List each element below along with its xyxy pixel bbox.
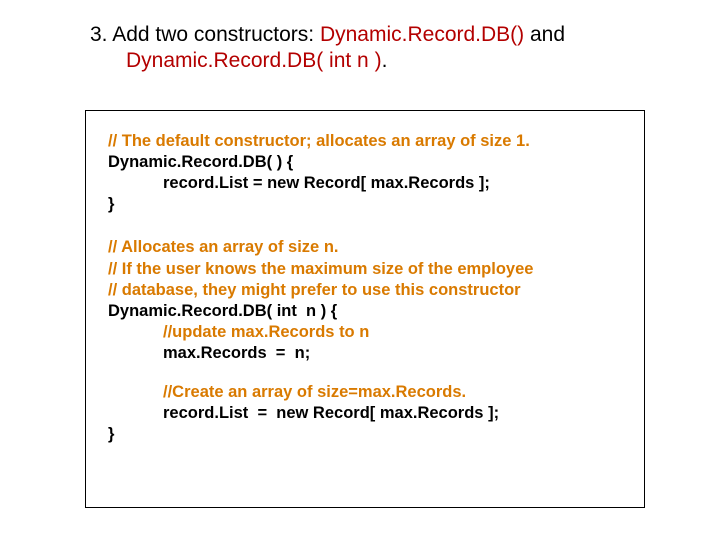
ctor-tail: ) { (272, 153, 293, 171)
comment-line: //update max.Records to n (108, 322, 626, 343)
slide: 3. Add two constructors: Dynamic.Record.… (0, 0, 720, 540)
title-ctor1: Dynamic.Record.DB() (320, 23, 524, 46)
comment-line: //Create an array of size=max.Records. (108, 382, 626, 403)
ctor-tail: int n ) { (272, 302, 337, 320)
code-line: } (108, 194, 626, 215)
comment-line: // If the user knows the maximum size of… (108, 259, 626, 280)
ctor-name: Dynamic.Record.DB( (108, 153, 272, 171)
code-line: record.List = new Record[ max.Records ]; (108, 403, 626, 424)
title-line-1: 3. Add two constructors: Dynamic.Record.… (90, 22, 660, 48)
title-prefix: 3. Add two constructors: (90, 23, 320, 46)
code-line: Dynamic.Record.DB( int n ) { (108, 301, 626, 322)
code-line: max.Records = n; (108, 343, 626, 364)
comment-line: // database, they might prefer to use th… (108, 280, 626, 301)
comment-line: // Allocates an array of size n. (108, 237, 626, 258)
code-box: // The default constructor; allocates an… (85, 110, 645, 508)
title-line-2: Dynamic.Record.DB( int n ). (90, 48, 660, 74)
spacer (108, 215, 626, 237)
spacer (108, 364, 626, 382)
slide-title: 3. Add two constructors: Dynamic.Record.… (90, 22, 660, 75)
title-tail: . (382, 49, 388, 72)
code-line: Dynamic.Record.DB( ) { (108, 152, 626, 173)
title-mid: and (524, 23, 565, 46)
code-line: record.List = new Record[ max.Records ]; (108, 173, 626, 194)
comment-line: // The default constructor; allocates an… (108, 131, 626, 152)
code-line: } (108, 424, 626, 445)
title-ctor2: Dynamic.Record.DB( int n ) (126, 49, 382, 72)
ctor-name: Dynamic.Record.DB( (108, 302, 272, 320)
